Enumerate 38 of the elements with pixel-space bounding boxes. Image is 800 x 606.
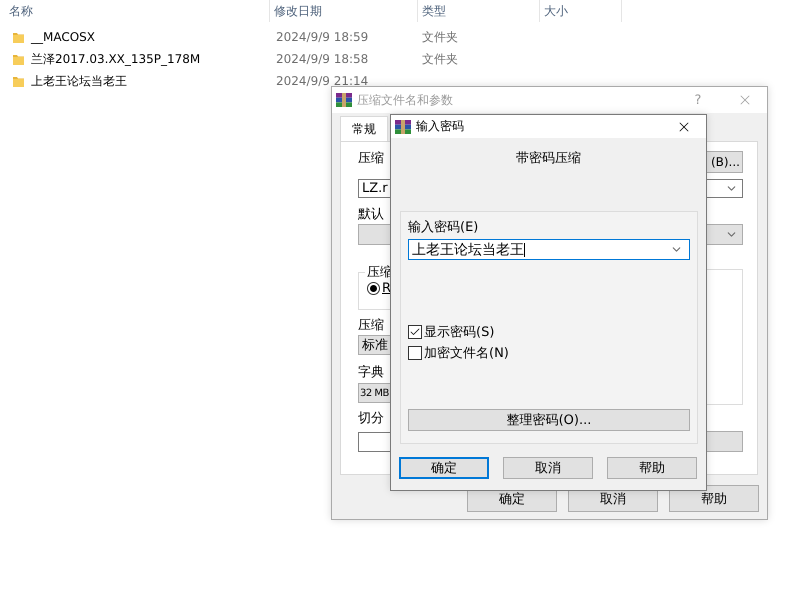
field-label: 默认 (358, 207, 384, 223)
checkbox-option[interactable]: 加密文件名(N) (408, 345, 509, 361)
modified-date: 2024/9/9 18:59 (276, 30, 368, 44)
tab[interactable]: 常规 (340, 116, 388, 141)
field-label: 压缩 (358, 318, 384, 334)
organize-button[interactable]: 整理密码(O)... (408, 409, 690, 431)
field-label: 切分 (358, 411, 384, 427)
column-header[interactable]: 名称 (9, 2, 33, 20)
field-label: 字典 (358, 365, 384, 381)
dialog-button[interactable]: 帮助 (669, 485, 759, 512)
file-type: 文件夹 (422, 30, 458, 44)
file-name[interactable]: __MACOSX (31, 30, 96, 44)
dropdown[interactable] (706, 431, 743, 452)
window-title: 压缩文件名和参数 (357, 92, 454, 108)
dialog-button[interactable]: 帮助 (607, 457, 697, 479)
column-header[interactable]: 大小 (544, 2, 568, 20)
password-field[interactable]: 上老王论坛当老王 (408, 239, 690, 260)
format-radio[interactable]: R (367, 281, 392, 296)
dialog-button[interactable]: 确定 (399, 457, 489, 479)
check-icon (409, 326, 421, 338)
folder-icon (12, 74, 25, 88)
column-header[interactable]: 修改日期 (274, 2, 322, 20)
dialog-heading: 带密码压缩 (515, 151, 582, 167)
column-header[interactable]: 类型 (422, 2, 446, 20)
folder-icon (12, 52, 25, 66)
file-name[interactable]: 上老王论坛当老王 (31, 72, 127, 90)
folder-icon (12, 30, 25, 44)
field-label: 压缩 (358, 151, 384, 167)
dialog-button[interactable]: 取消 (503, 457, 593, 479)
window-title: 输入密码 (416, 118, 465, 135)
file-type: 文件夹 (422, 52, 458, 66)
books-icon (336, 93, 352, 107)
books-icon (395, 120, 411, 134)
checkbox-option[interactable]: 显示密码(S) (408, 324, 494, 340)
file-name[interactable]: 兰泽2017.03.XX_135P_178M (31, 50, 200, 68)
modified-date: 2024/9/9 21:14 (276, 74, 368, 88)
field-label: 输入密码(E) (408, 220, 478, 236)
modified-date: 2024/9/9 18:58 (276, 52, 368, 66)
